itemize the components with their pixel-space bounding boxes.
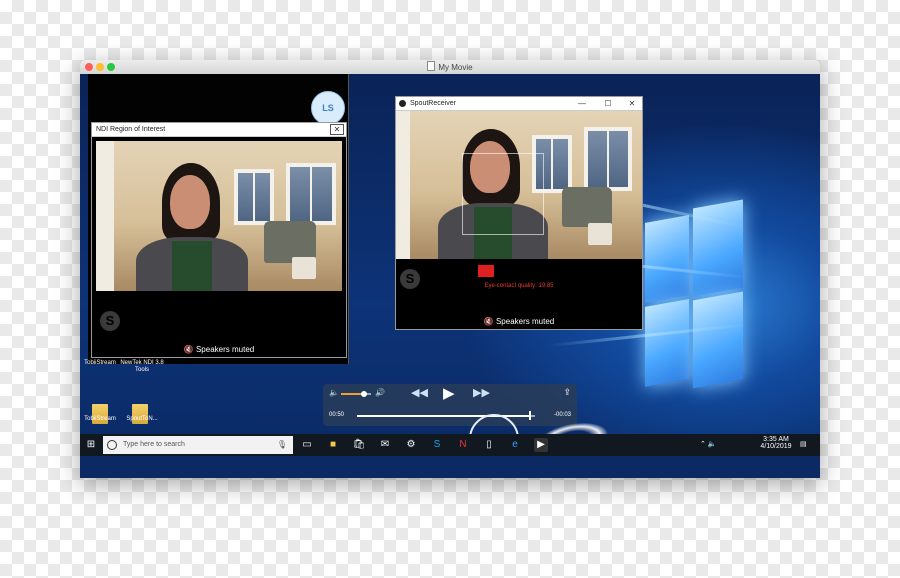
rewind-icon[interactable]: ◀◀: [411, 386, 428, 399]
skype-icon[interactable]: S: [430, 438, 444, 452]
avatar[interactable]: LS: [311, 91, 345, 125]
search-icon: [107, 440, 117, 450]
search-placeholder: Type here to search: [123, 441, 185, 448]
speaker-muted-icon: 🔇: [483, 317, 494, 326]
spout-speaker-status: 🔇 Speakers muted: [396, 315, 642, 329]
ndi-title: NDI Region of Interest: [96, 126, 166, 133]
document-icon: [427, 61, 436, 71]
remaining-time: -00:03: [553, 412, 571, 418]
play-icon[interactable]: ▶: [443, 384, 455, 402]
bookshelf: [96, 141, 114, 291]
clock-time: 3:35 AM: [763, 436, 789, 443]
logo-pane: [693, 291, 743, 389]
clock-date: 4/10/2019: [760, 443, 792, 450]
newtek-icon[interactable]: N: [456, 438, 470, 452]
eye-contact-quality: Eye-contact quality: 19.85: [484, 283, 554, 289]
spout-speaker-status-text: Speakers muted: [495, 317, 555, 326]
minimize-button[interactable]: —: [576, 97, 588, 110]
window-mullion: [551, 139, 553, 189]
search-input[interactable]: Type here to search 🎙: [103, 436, 293, 454]
windows-start-icon[interactable]: ⊞: [84, 438, 98, 452]
edge-icon[interactable]: e: [508, 438, 522, 452]
logo-pane: [645, 299, 689, 387]
mac-window: My Movie LS NDI Region of Interest ✕ S 🔇…: [80, 60, 820, 478]
volume-high-icon: 🔊: [375, 388, 385, 397]
player-icon[interactable]: ▶: [534, 438, 548, 452]
person-shirt: [172, 241, 212, 291]
share-icon[interactable]: ⇪: [563, 387, 571, 398]
volume-low-icon: 🔈: [329, 388, 339, 397]
ndi-roi-window: NDI Region of Interest ✕ S 🔇 Speakers mu: [91, 122, 347, 358]
spout-receiver-window: SpoutReceiver — ☐ ✕ Eye-contact quality:…: [395, 96, 643, 330]
volume-knob[interactable]: [360, 391, 367, 397]
skype-icon: S: [100, 311, 120, 331]
bookshelf: [396, 111, 410, 259]
mail-icon[interactable]: ✉: [378, 438, 392, 452]
ndi-speaker-status: 🔇 Speakers muted: [92, 343, 346, 357]
mug: [292, 257, 316, 279]
eye-tracking-roi-box: [462, 153, 544, 235]
store-icon[interactable]: 🛍: [352, 438, 366, 452]
file-explorer-icon[interactable]: ■: [326, 438, 340, 452]
desktop-icon-label[interactable]: TobiiStream: [80, 416, 120, 423]
desktop-icon-label[interactable]: NewTek NDI 3.8 Tools: [120, 360, 164, 374]
tablet-icon[interactable]: ▯: [482, 438, 496, 452]
task-view-icon[interactable]: ▭: [300, 438, 314, 452]
armchair: [562, 187, 612, 227]
volume-track[interactable]: [341, 393, 371, 395]
spout-app-icon: [399, 100, 406, 107]
media-controls: 🔈 🔊 ◀◀ ▶ ▶▶ ⇪ 00:50 -00:03: [323, 384, 577, 426]
window-mullion: [607, 131, 609, 187]
system-tray-icons[interactable]: ⌃ 🔈: [700, 440, 717, 448]
window-title-text: My Movie: [438, 63, 473, 72]
record-indicator: [478, 265, 494, 277]
ndi-camera-feed: [96, 141, 342, 291]
person-face: [170, 175, 210, 229]
logo-pane: [693, 199, 743, 297]
desktop: LS NDI Region of Interest ✕ S 🔇 Speakers…: [80, 74, 820, 456]
window-mullion: [253, 173, 255, 221]
taskbar: ⊞ Type here to search 🎙 ▭ ■ 🛍 ✉ ⚙ S N ▯ …: [80, 434, 820, 456]
ndi-speaker-status-text: Speakers muted: [195, 345, 255, 354]
notification-icon[interactable]: ▤: [800, 440, 807, 448]
spout-camera-feed: [396, 111, 642, 259]
window-title: My Movie: [80, 61, 820, 72]
elapsed-time: 00:50: [329, 412, 345, 418]
ndi-title-bar: NDI Region of Interest: [92, 123, 346, 137]
ndi-close-button[interactable]: ✕: [330, 124, 344, 135]
window-mullion: [310, 167, 312, 221]
speaker-muted-icon: 🔇: [183, 345, 194, 354]
logo-pane: [645, 215, 689, 303]
maximize-button[interactable]: ☐: [602, 97, 614, 110]
skype-icon: S: [400, 269, 420, 289]
mac-titlebar: My Movie: [80, 60, 820, 75]
mic-icon[interactable]: 🎙: [277, 436, 287, 454]
progress-track[interactable]: [357, 415, 535, 417]
desktop-icon-label[interactable]: SpoutToN...: [120, 416, 164, 423]
playhead[interactable]: [528, 411, 531, 420]
mug: [588, 223, 612, 245]
desktop-icon-label[interactable]: TobiiStream: [80, 360, 120, 367]
spout-close-button[interactable]: ✕: [626, 97, 638, 110]
clock[interactable]: 3:35 AM 4/10/2019: [756, 436, 796, 450]
app-icon[interactable]: ⚙: [404, 438, 418, 452]
fast-forward-icon[interactable]: ▶▶: [473, 386, 490, 399]
spout-title: SpoutReceiver: [410, 100, 456, 107]
